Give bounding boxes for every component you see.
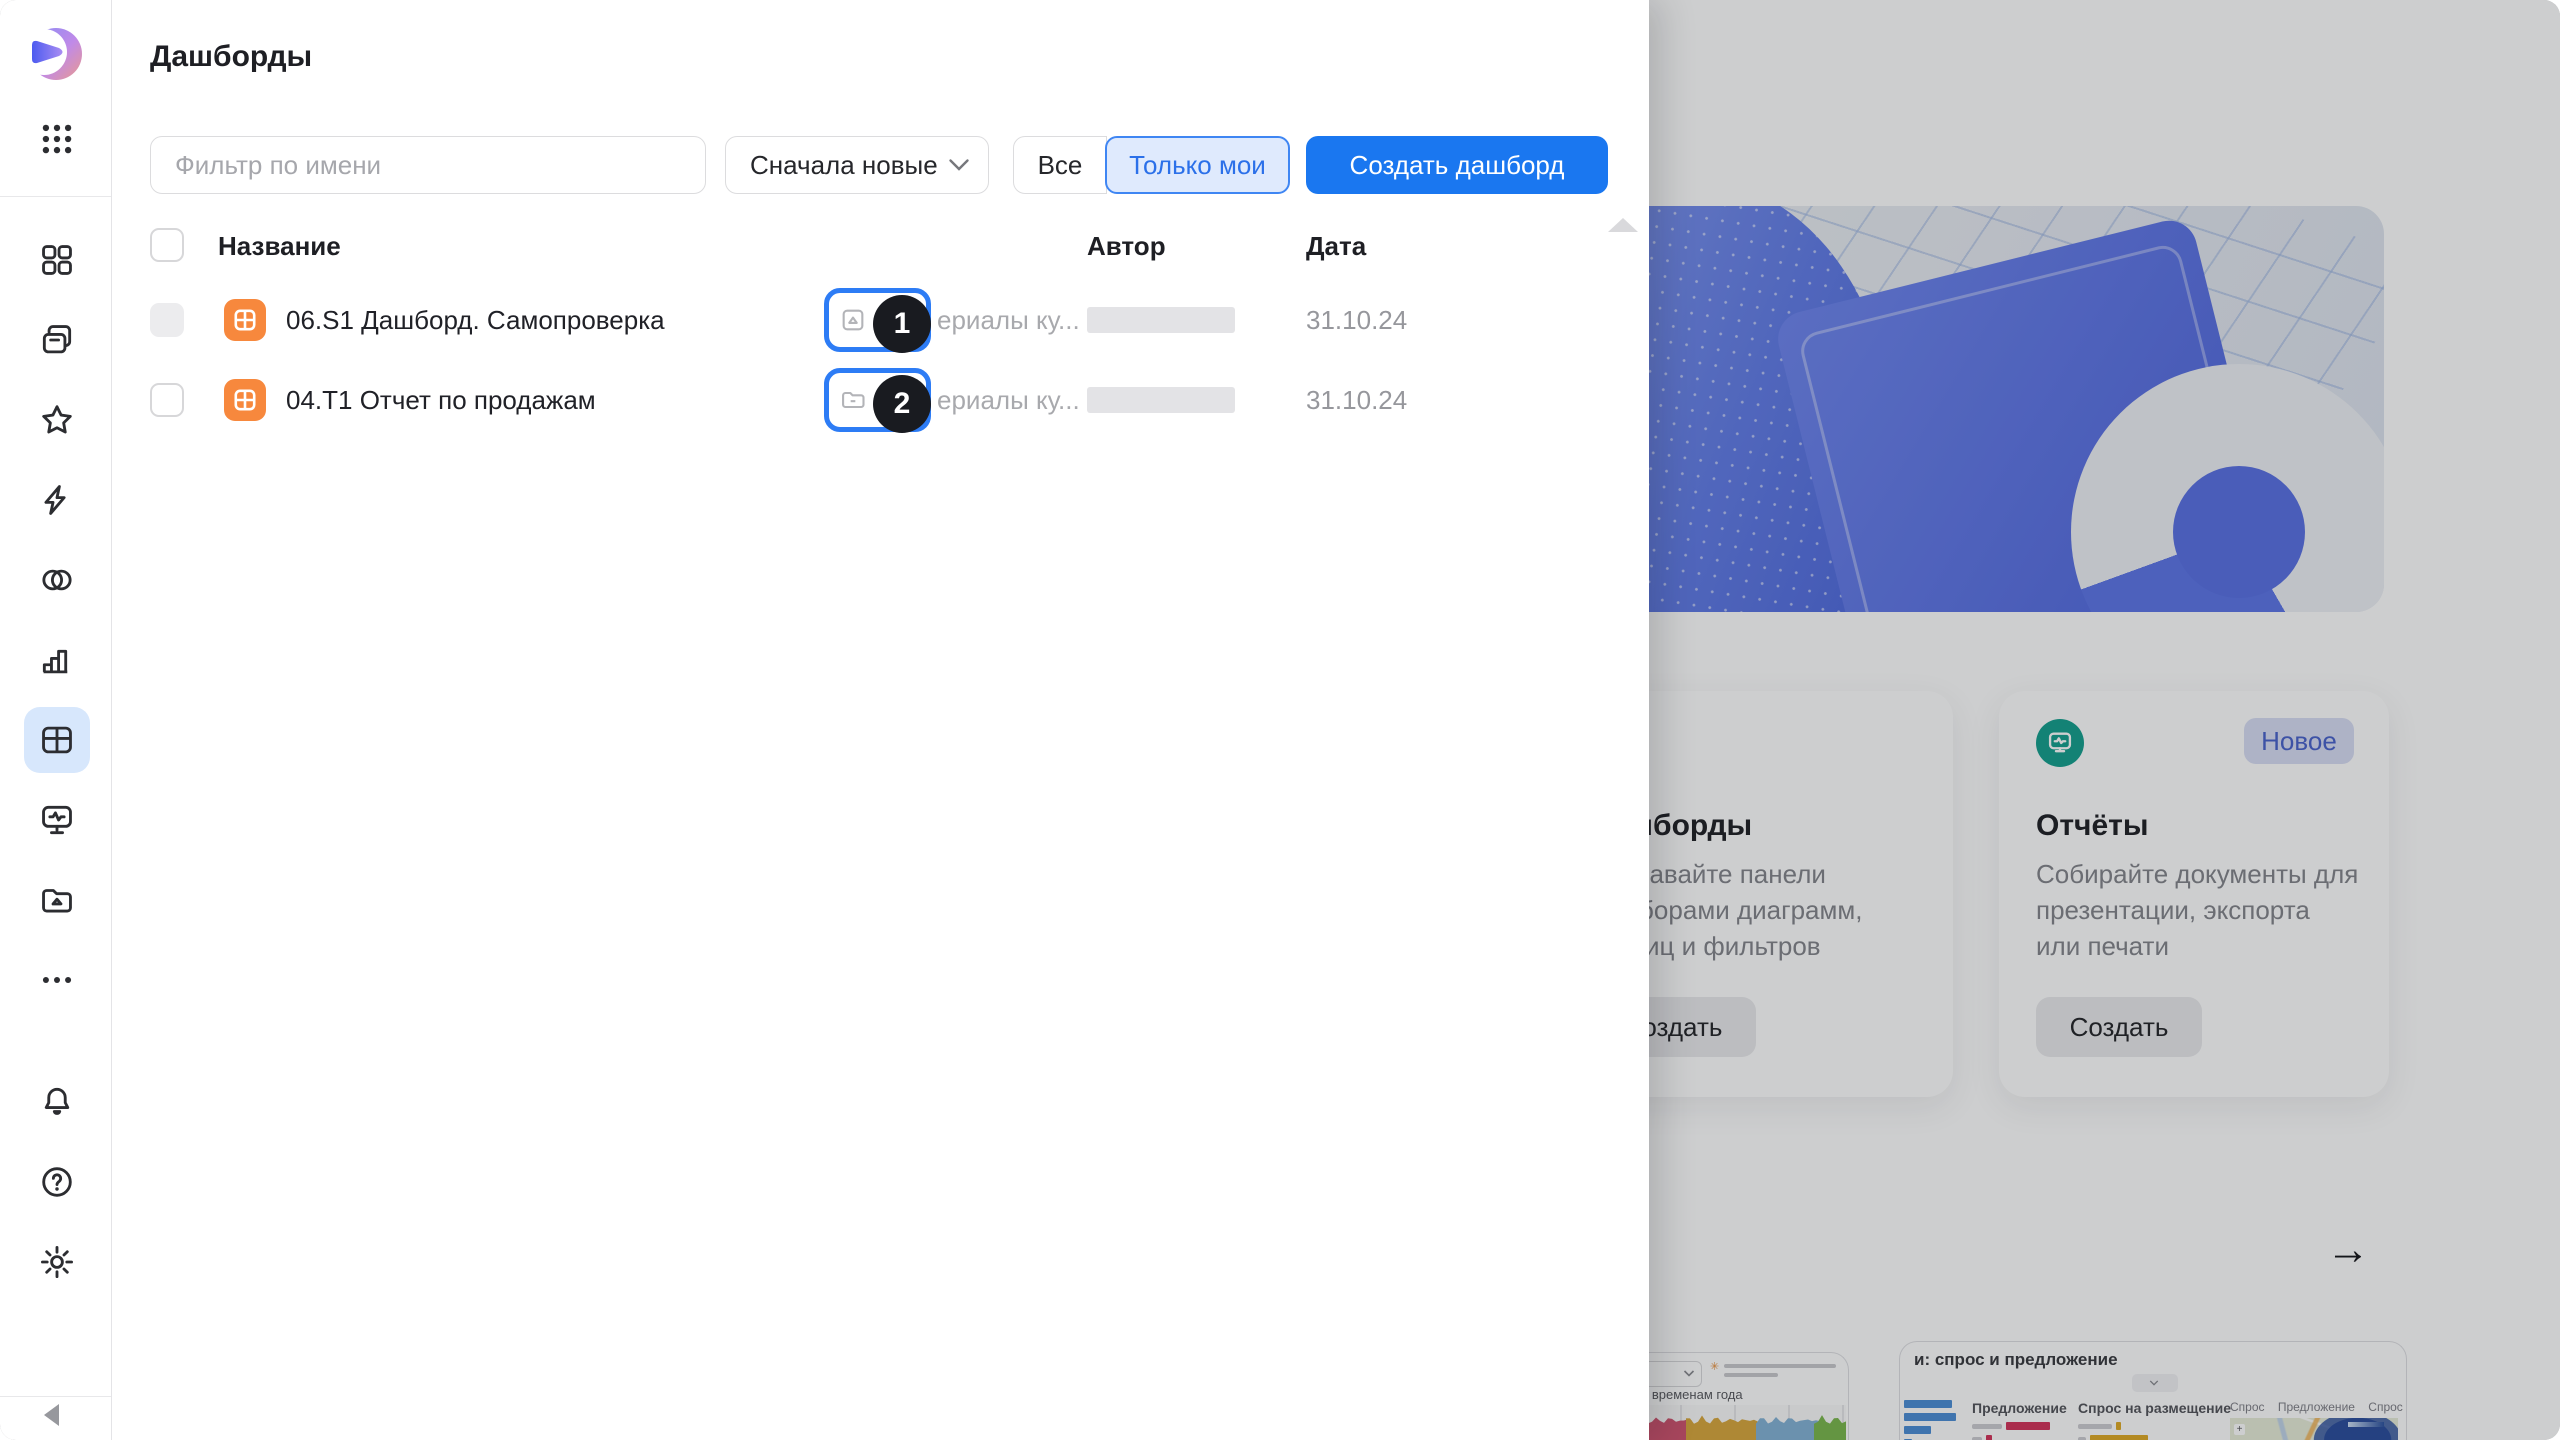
column-header-author: Автор (1087, 231, 1166, 262)
sidebar-item-storage[interactable] (24, 867, 90, 933)
filter-by-name-input[interactable] (150, 136, 706, 194)
som-mark-2-number: 2 (873, 375, 931, 433)
sidebar-item-editor[interactable] (24, 787, 90, 853)
sidebar-item-datasets[interactable] (24, 547, 90, 613)
entry-path-truncated: ериалы ку... (937, 305, 1080, 336)
panel-title: Дашборды (150, 40, 312, 74)
sidebar-item-charts[interactable] (24, 627, 90, 693)
filter-only-mine-button[interactable]: Только мои (1105, 136, 1290, 194)
dashboard-entry-icon (224, 299, 266, 341)
sidebar-divider (0, 196, 111, 197)
sidebar-item-dashboards[interactable] (24, 707, 90, 773)
datalens-logo[interactable] (24, 22, 88, 86)
column-header-date: Дата (1306, 231, 1366, 262)
ownership-filter-segmented: Все Только мои (1013, 136, 1290, 194)
sidebar-item-more[interactable] (24, 947, 90, 1013)
row-checkbox[interactable] (150, 383, 184, 417)
settings-gear-icon[interactable] (24, 1229, 90, 1295)
chevron-down-icon (948, 158, 970, 172)
image-icon (839, 306, 867, 334)
sidebar-item-collections[interactable] (24, 307, 90, 373)
folder-icon (839, 386, 867, 414)
sidebar-footer-divider (0, 1396, 111, 1397)
row-checkbox[interactable] (150, 303, 184, 337)
table-row[interactable]: 04.T1 Отчет по продажам ериалы ку... 31.… (111, 360, 1649, 440)
som-mark-2-box[interactable]: 2 (824, 368, 931, 432)
scroll-up-arrow[interactable] (1608, 218, 1638, 232)
sort-order-value: Сначала новые (750, 150, 938, 181)
app-window: Дашборды Создавайте панели с наборами ди… (0, 0, 2560, 1440)
sidebar-item-workbooks[interactable] (24, 227, 90, 293)
som-mark-1-box[interactable]: 1 (824, 288, 931, 352)
notifications-bell-icon[interactable] (24, 1069, 90, 1135)
dashboard-entry-title[interactable]: 04.T1 Отчет по продажам (286, 385, 596, 416)
entry-date: 31.10.24 (1306, 305, 1407, 336)
entry-path-truncated: ериалы ку... (937, 385, 1080, 416)
author-redacted-bar (1087, 387, 1235, 413)
author-redacted-bar (1087, 307, 1235, 333)
dashboard-entry-title[interactable]: 06.S1 Дашборд. Самопроверка (286, 305, 665, 336)
som-mark-1-number: 1 (873, 295, 931, 353)
column-header-name: Название (218, 231, 341, 262)
dashboards-list-panel: Дашборды Сначала новые Все Только мои Со… (111, 0, 1649, 1440)
app-sidebar (0, 0, 112, 1440)
collapse-sidebar-icon[interactable] (44, 1404, 59, 1426)
help-icon[interactable] (24, 1149, 90, 1215)
create-dashboard-button[interactable]: Создать дашборд (1306, 136, 1608, 194)
entry-date: 31.10.24 (1306, 385, 1407, 416)
select-all-checkbox[interactable] (150, 228, 184, 262)
filter-all-button[interactable]: Все (1013, 136, 1107, 194)
sidebar-item-favorites[interactable] (24, 387, 90, 453)
dashboard-entry-icon (224, 379, 266, 421)
table-row[interactable]: 06.S1 Дашборд. Самопроверка ериалы ку...… (111, 280, 1649, 360)
sort-order-select[interactable]: Сначала новые (725, 136, 989, 194)
apps-grid-icon[interactable] (24, 106, 90, 172)
sidebar-item-connections[interactable] (24, 467, 90, 533)
